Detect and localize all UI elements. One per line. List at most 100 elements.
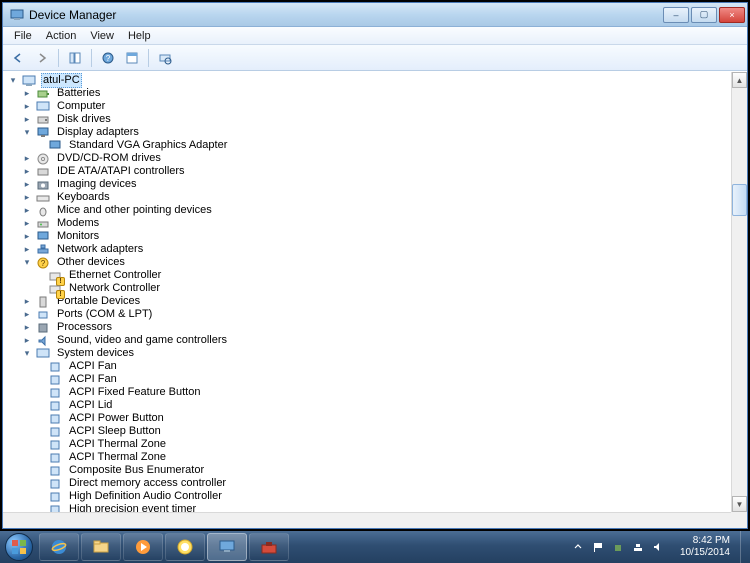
clock-date: 10/15/2014 [680,547,730,559]
toolbar: ? [3,45,747,71]
tree-item[interactable]: Imaging devices [55,178,139,191]
tree-item[interactable]: Ports (COM & LPT) [55,308,154,321]
maximize-button[interactable]: ▢ [691,7,717,23]
titlebar[interactable]: Device Manager – ▢ × [3,3,747,27]
taskbar-ie[interactable] [39,533,79,561]
expander-icon[interactable]: ▸ [21,322,33,334]
show-desktop-button[interactable] [740,531,750,563]
tree-item[interactable]: IDE ATA/ATAPI controllers [55,165,187,178]
show-hide-console-button[interactable] [64,47,86,69]
tree-item[interactable]: Direct memory access controller [67,477,228,490]
system-tray: 8:42 PM 10/15/2014 [568,531,740,563]
clock[interactable]: 8:42 PM 10/15/2014 [674,535,736,559]
tray-flag-icon[interactable] [590,539,606,555]
scroll-up-button[interactable]: ▲ [732,72,747,88]
tree-item[interactable]: DVD/CD-ROM drives [55,152,163,165]
expander-icon[interactable]: ▸ [21,88,33,100]
tree-item[interactable]: Display adapters [55,126,141,139]
tree-item[interactable]: ACPI Fixed Feature Button [67,386,202,399]
expander-icon[interactable]: ▸ [21,231,33,243]
expander-icon[interactable]: ▸ [21,218,33,230]
scroll-thumb[interactable] [732,184,747,216]
expander-icon[interactable]: ▸ [21,179,33,191]
scroll-track[interactable] [732,88,747,496]
menu-file[interactable]: File [7,30,39,42]
expander-icon[interactable]: ▸ [21,192,33,204]
tree-item[interactable]: ACPI Fan [67,360,119,373]
start-button[interactable] [0,531,38,563]
forward-button[interactable] [31,47,53,69]
tree-item[interactable]: ACPI Power Button [67,412,166,425]
expander-icon[interactable]: ▾ [21,348,33,360]
device-tree[interactable]: ▾atul-PC ▸Batteries ▸Computer ▸Disk driv… [3,72,731,512]
toolbar-separator [148,49,149,67]
tree-item[interactable]: Standard VGA Graphics Adapter [67,139,229,152]
vertical-scrollbar[interactable]: ▲ ▼ [731,72,747,512]
taskbar-app2[interactable] [249,533,289,561]
expander-icon[interactable]: ▸ [21,205,33,217]
tree-item[interactable]: Composite Bus Enumerator [67,464,206,477]
tree-item[interactable]: Network Controller [67,282,162,295]
tree-item[interactable]: Portable Devices [55,295,142,308]
tree-item[interactable]: Disk drives [55,113,113,126]
device-manager-window: Device Manager – ▢ × File Action View He… [2,2,748,529]
expander-icon[interactable]: ▸ [21,166,33,178]
tree-item[interactable]: High Definition Audio Controller [67,490,224,503]
menu-help[interactable]: Help [121,30,158,42]
tree-item[interactable]: Batteries [55,87,102,100]
taskbar-wmp[interactable] [123,533,163,561]
chip-icon [47,502,63,513]
tree-item[interactable]: Monitors [55,230,101,243]
tree-item[interactable]: Ethernet Controller [67,269,163,282]
scroll-down-button[interactable]: ▼ [732,496,747,512]
tray-safely-remove-icon[interactable] [610,539,626,555]
expander-icon[interactable]: ▸ [21,153,33,165]
expander-icon[interactable]: ▾ [7,75,19,87]
expander-icon[interactable]: ▸ [21,114,33,126]
horizontal-scrollbar[interactable] [3,512,731,528]
tree-item[interactable]: Network adapters [55,243,145,256]
windows-orb-icon [5,533,33,561]
taskbar-app1[interactable] [165,533,205,561]
tree-item[interactable]: ACPI Fan [67,373,119,386]
close-button[interactable]: × [719,7,745,23]
tray-chevron-icon[interactable] [570,539,586,555]
menubar: File Action View Help [3,27,747,45]
back-button[interactable] [7,47,29,69]
tree-item[interactable]: System devices [55,347,136,360]
help-button[interactable]: ? [97,47,119,69]
client-area: ▾atul-PC ▸Batteries ▸Computer ▸Disk driv… [3,72,747,528]
menu-view[interactable]: View [83,30,121,42]
tree-item[interactable]: Keyboards [55,191,112,204]
expander-icon[interactable]: ▾ [21,257,33,269]
tree-item[interactable]: Computer [55,100,107,113]
tray-volume-icon[interactable] [650,539,666,555]
taskbar-devmgr[interactable] [207,533,247,561]
tree-item[interactable]: High precision event timer [67,503,198,512]
window-controls: – ▢ × [663,7,745,23]
tree-item[interactable]: Sound, video and game controllers [55,334,229,347]
expander-icon[interactable]: ▸ [21,101,33,113]
tree-item[interactable]: Mice and other pointing devices [55,204,214,217]
tree-item[interactable]: Modems [55,217,101,230]
expander-icon[interactable]: ▸ [21,244,33,256]
clock-time: 8:42 PM [680,535,730,547]
tree-item[interactable]: Other devices [55,256,127,269]
expander-icon[interactable]: ▸ [21,335,33,347]
tree-item[interactable]: Processors [55,321,114,334]
expander-icon[interactable]: ▾ [21,127,33,139]
taskbar-explorer[interactable] [81,533,121,561]
app-icon [9,7,25,23]
tree-item[interactable]: ACPI Thermal Zone [67,451,168,464]
minimize-button[interactable]: – [663,7,689,23]
scan-hardware-button[interactable] [154,47,176,69]
menu-action[interactable]: Action [39,30,84,42]
svg-text:?: ? [106,54,111,63]
tree-item[interactable]: ACPI Sleep Button [67,425,163,438]
expander-icon[interactable]: ▸ [21,296,33,308]
tray-network-icon[interactable] [630,539,646,555]
tree-item[interactable]: ACPI Thermal Zone [67,438,168,451]
properties-button[interactable] [121,47,143,69]
tree-item[interactable]: ACPI Lid [67,399,114,412]
expander-icon[interactable]: ▸ [21,309,33,321]
